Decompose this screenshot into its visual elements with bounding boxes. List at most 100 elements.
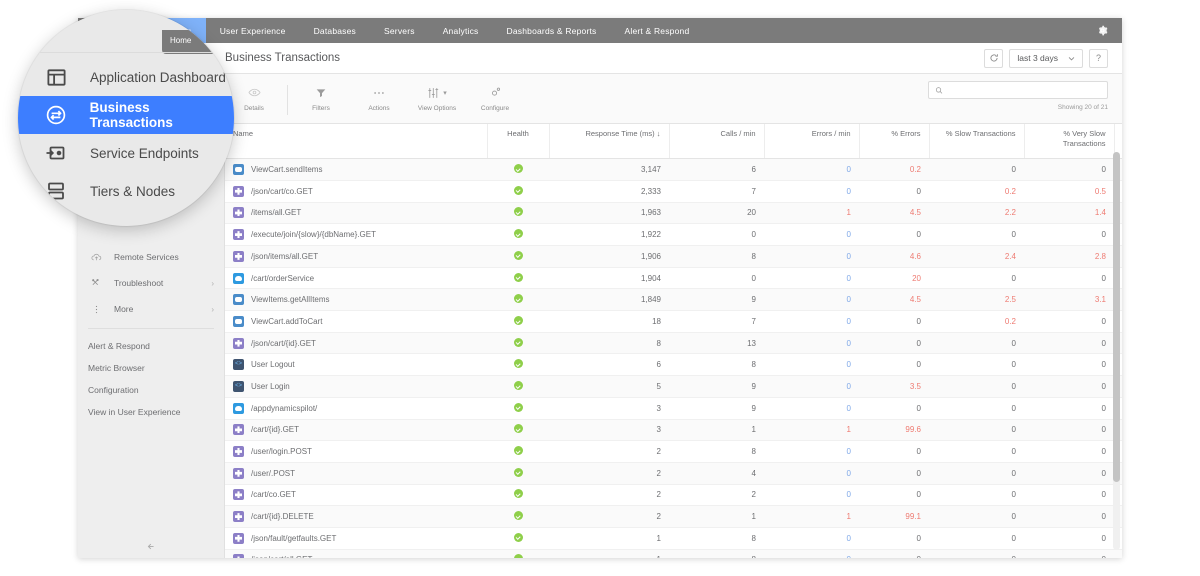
cell-pct-very-slow: 0 [1024, 375, 1114, 398]
cell-pct-slow: 0 [929, 375, 1024, 398]
table-row[interactable]: ViewCart.addToCart187000.200 [225, 310, 1122, 333]
transaction-name[interactable]: /execute/join/{slow}/{dbName}.GET [251, 230, 376, 239]
column-header-response-time[interactable]: Response Time (ms) ↓ [548, 124, 669, 160]
cell-errors-min: 0 [764, 527, 859, 550]
cell-response-time: 8 [549, 332, 669, 355]
column-header-errors-min[interactable]: Errors / min [763, 124, 859, 160]
transaction-name[interactable]: User Login [251, 382, 290, 391]
nav-tab-alert-respond[interactable]: Alert & Respond [611, 18, 704, 43]
search-input[interactable] [948, 85, 1101, 95]
table-row[interactable]: /cart/{id}.GET31199.6000 [225, 419, 1122, 442]
cell-pct-errors: 0 [859, 223, 929, 246]
cell-calls-min: 13 [669, 332, 764, 355]
transaction-name[interactable]: /cart/{id}.GET [251, 425, 299, 434]
gear-icon[interactable] [1083, 18, 1122, 43]
toolbar-filters-button[interactable]: Filters [292, 79, 350, 112]
toolbar-configure-button[interactable]: Configure [466, 79, 524, 112]
transaction-name[interactable]: /appdynamicspilot/ [251, 404, 317, 413]
cell-pct-errors: 0 [859, 353, 929, 377]
table-row[interactable]: /json/cart/all.GET1800000 [225, 549, 1122, 558]
column-header-calls-min[interactable]: Calls / min [668, 124, 764, 160]
transaction-name[interactable]: /cart/orderService [251, 274, 314, 283]
time-range-selector[interactable]: last 3 days [1009, 48, 1083, 68]
transaction-name[interactable]: /json/cart/all.GET [251, 555, 312, 558]
transaction-name[interactable]: /cart/co.GET [251, 490, 296, 499]
column-header-name[interactable]: Name [225, 124, 487, 160]
table-row[interactable]: ViewItems.getAllItems1,849904.52.53.10 [225, 288, 1122, 312]
cell-pct-errors: 0 [859, 527, 929, 550]
cell-response-time: 1,922 [549, 223, 669, 246]
table-row[interactable]: /cart/orderService1,9040020000 [225, 267, 1122, 290]
table-row[interactable]: /user/login.POST2800000 [225, 440, 1122, 463]
sidebar-item-remote-services[interactable]: Remote Services [78, 244, 224, 270]
table-scrollbar[interactable] [1113, 152, 1120, 550]
cell-calls-min: 8 [669, 527, 764, 550]
nav-tab-databases[interactable]: Databases [300, 18, 370, 43]
showing-count: Showing 20 of 21 [1057, 104, 1108, 111]
cell-errors-min: 0 [764, 288, 859, 312]
sidebar-item-more[interactable]: More › [78, 296, 224, 322]
sidebar-link-configuration[interactable]: Configuration [78, 379, 224, 401]
nav-tab-dashboards-reports[interactable]: Dashboards & Reports [493, 18, 611, 43]
transaction-name[interactable]: /user/.POST [251, 469, 295, 478]
transaction-name[interactable]: ViewCart.sendItems [251, 165, 322, 174]
table-row[interactable]: /cart/{id}.DELETE21199.1000 [225, 505, 1122, 528]
table-row[interactable]: /cart/co.GET2200000 [225, 484, 1122, 507]
lens-menu-item-label: Service Endpoints [90, 145, 199, 161]
help-button[interactable]: ? [1089, 48, 1108, 68]
lens-menu-item-service-endpoints[interactable]: Service Endpoints [18, 134, 234, 172]
toolbar-divider [287, 85, 288, 115]
transaction-name[interactable]: User Logout [251, 360, 295, 369]
table-row[interactable]: /json/cart/co.GET2,3337000.20.50 [225, 180, 1122, 203]
sidebar-link-alert-respond[interactable]: Alert & Respond [78, 335, 224, 357]
health-ok-icon [513, 250, 523, 260]
transaction-name[interactable]: /user/login.POST [251, 447, 312, 456]
table-row[interactable]: ViewCart.sendItems3,147600.2000 [225, 158, 1122, 181]
table-row[interactable]: /items/all.GET1,9632014.52.21.40 [225, 202, 1122, 225]
details-label: Details [244, 105, 264, 112]
column-header-pct-errors[interactable]: % Errors [858, 124, 929, 160]
cell-pct-very-slow: 0 [1024, 527, 1114, 550]
table-row[interactable]: /json/cart/{id}.GET81300000 [225, 332, 1122, 355]
column-header-health[interactable]: Health [486, 124, 549, 160]
refresh-icon[interactable] [984, 48, 1004, 68]
table-row[interactable]: /json/items/all.GET1,906804.62.42.80 [225, 245, 1122, 268]
table-row[interactable]: /execute/join/{slow}/{dbName}.GET 1,922 0 0… [225, 223, 1122, 246]
sidebar-item-troubleshoot[interactable]: Troubleshoot › [78, 270, 224, 296]
servlet-icon [233, 337, 244, 349]
column-header-pct-very-slow[interactable]: % Very Slow Transactions [1023, 124, 1114, 160]
transaction-name[interactable]: ViewItems.getAllItems [251, 295, 330, 304]
table-row[interactable]: User Logout6800000 [225, 353, 1122, 377]
transaction-name[interactable]: /json/fault/getfaults.GET [251, 534, 336, 543]
lens-menu-item-business-transactions[interactable]: Business Transactions [18, 96, 234, 134]
table-row[interactable]: /json/fault/getfaults.GET1800000 [225, 527, 1122, 550]
table-row[interactable]: /appdynamicspilot/3900000 [225, 397, 1122, 420]
column-header-pct-slow[interactable]: % Slow Transactions [928, 124, 1024, 160]
table-row[interactable]: /user/.POST2400000 [225, 462, 1122, 485]
cell-pct-slow: 2.2 [929, 202, 1024, 225]
transaction-name[interactable]: /json/cart/co.GET [251, 187, 313, 196]
sidebar-link-view-in-user-experience[interactable]: View in User Experience [78, 401, 224, 423]
transaction-name[interactable]: /items/all.GET [251, 208, 301, 217]
sidebar-item-list: Remote Services Troubleshoot › More › [78, 244, 224, 322]
cell-pct-slow: 0 [929, 527, 1024, 550]
toolbar-actions-button[interactable]: Actions [350, 79, 408, 112]
table-row[interactable]: User Login5903.5000 [225, 375, 1122, 398]
nav-tab-servers[interactable]: Servers [370, 18, 429, 43]
transaction-name[interactable]: /json/items/all.GET [251, 252, 318, 261]
business-transactions-table: Name Health Response Time (ms) ↓ Calls / mi… [225, 124, 1122, 558]
lens-menu-item-application-dashboard[interactable]: Application Dashboard [18, 58, 234, 96]
sidebar-link-metric-browser[interactable]: Metric Browser [78, 357, 224, 379]
transaction-name[interactable]: /json/cart/{id}.GET [251, 339, 316, 348]
health-ok-icon [513, 532, 523, 542]
transaction-name[interactable]: /cart/{id}.DELETE [251, 512, 314, 521]
gear-icon [489, 84, 502, 101]
search-input-wrapper[interactable] [928, 81, 1108, 99]
transaction-name[interactable]: ViewCart.addToCart [251, 317, 322, 326]
nav-tab-analytics[interactable]: Analytics [429, 18, 493, 43]
table-scrollbar-thumb[interactable] [1113, 152, 1120, 482]
lens-menu-item-tiers-nodes[interactable]: Tiers & Nodes [18, 172, 234, 210]
toolbar-view-options-button[interactable]: ▾ View Options [408, 79, 466, 112]
cell-calls-min: 20 [669, 202, 764, 225]
collapse-left-icon[interactable] [78, 541, 225, 552]
